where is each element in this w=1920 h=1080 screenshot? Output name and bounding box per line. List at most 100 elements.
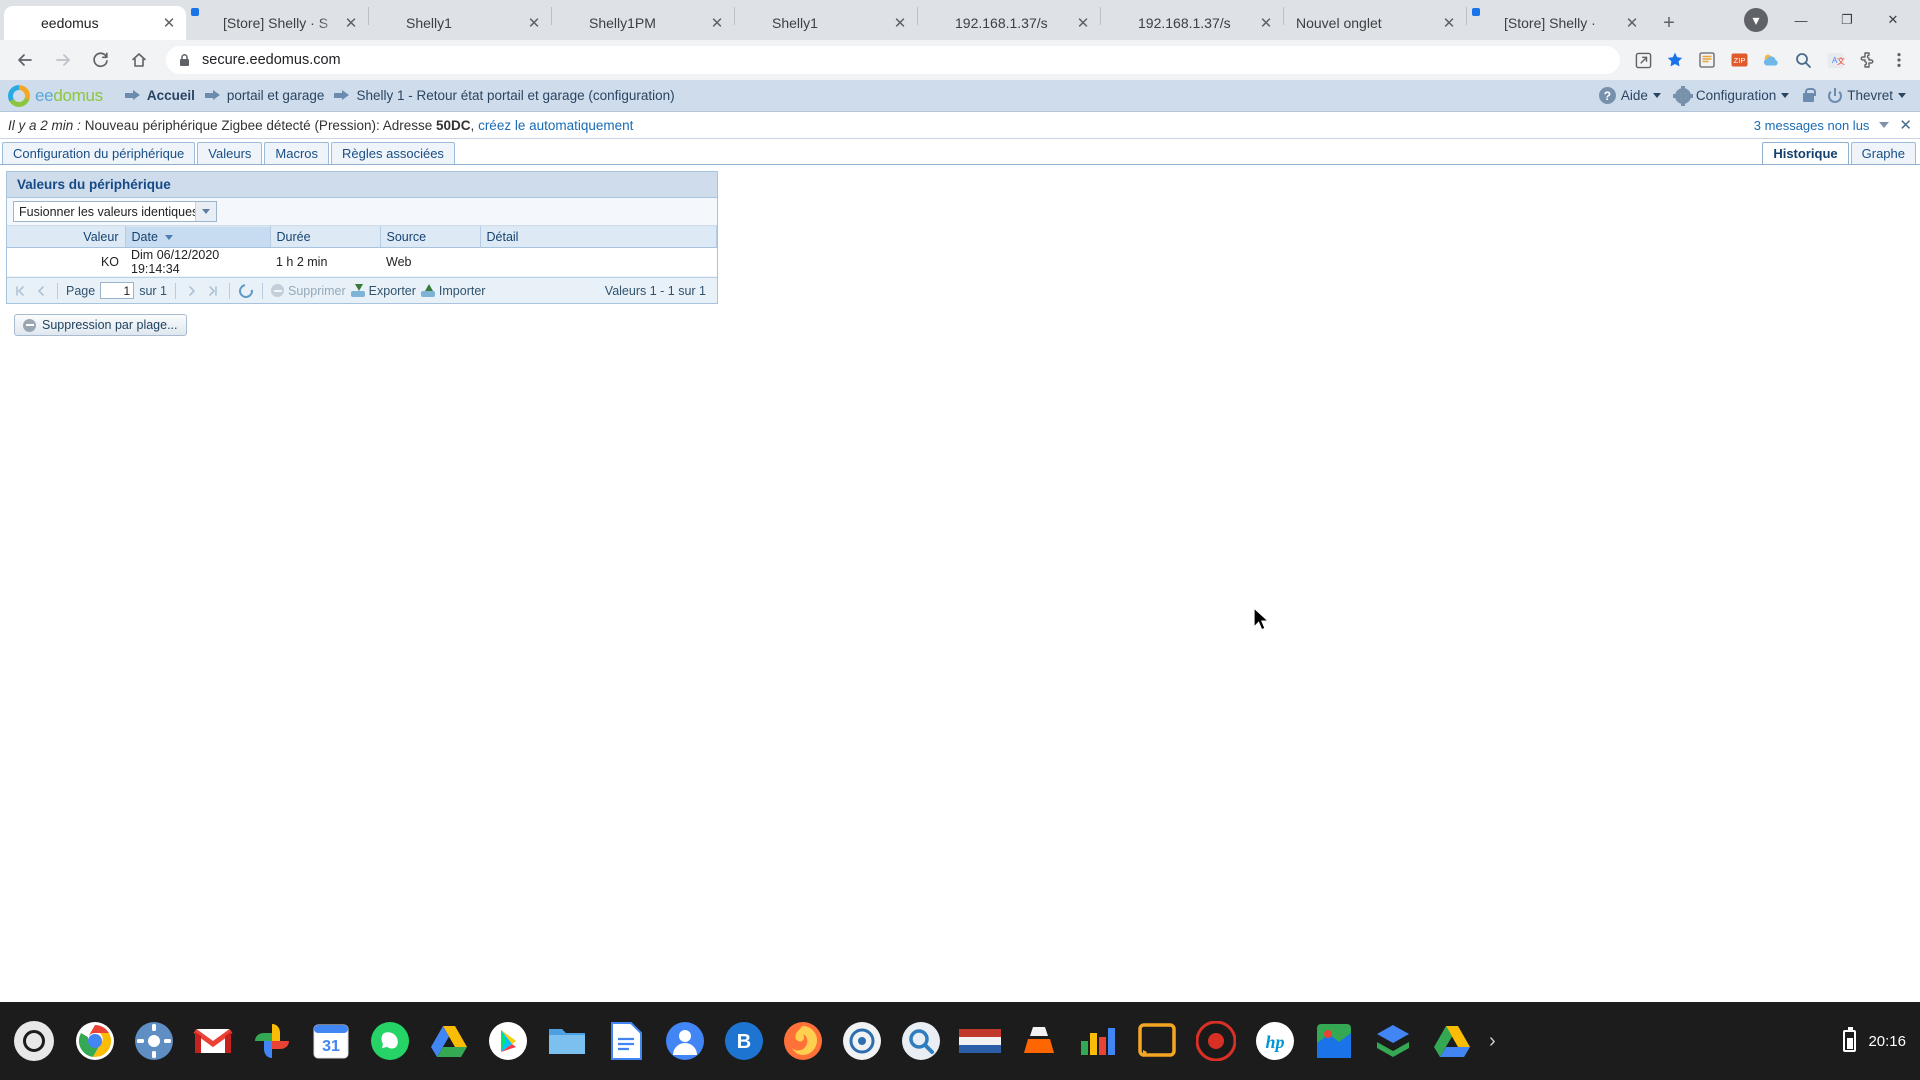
delete-button[interactable]: Supprimer	[271, 284, 346, 298]
column-header-valeur[interactable]: Valeur	[7, 226, 126, 248]
tab-graphe[interactable]: Graphe	[1850, 142, 1916, 164]
first-page-button[interactable]	[12, 283, 28, 299]
tab-close-icon[interactable]: ✕	[708, 14, 726, 32]
chrome-icon[interactable]	[74, 1020, 116, 1062]
charts-app-icon[interactable]	[1077, 1020, 1119, 1062]
table-row[interactable]: KO Dim 06/12/2020 19:14:34 1 h 2 min Web	[7, 247, 717, 277]
weather-extension-icon[interactable]	[1756, 45, 1786, 75]
calendar-icon[interactable]: 31	[310, 1020, 352, 1062]
record-app-icon[interactable]	[1195, 1020, 1237, 1062]
hp-icon[interactable]: hp	[1254, 1020, 1296, 1062]
maximize-button[interactable]: ❐	[1824, 3, 1870, 37]
column-header-date[interactable]: Date	[125, 226, 271, 248]
lock-button[interactable]	[1803, 88, 1817, 102]
camera-app-icon[interactable]	[841, 1020, 883, 1062]
vlc-icon[interactable]	[1018, 1020, 1060, 1062]
drive-app-icon[interactable]	[1431, 1020, 1473, 1062]
browser-tab[interactable]: 192.168.1.37/s ✕	[1101, 6, 1283, 40]
tab-close-icon[interactable]: ✕	[1074, 14, 1092, 32]
unread-messages-label[interactable]: 3 messages non lus	[1754, 118, 1870, 133]
browser-tab[interactable]: Shelly1 ✕	[369, 6, 551, 40]
address-bar[interactable]: secure.eedomus.com	[166, 46, 1620, 74]
merge-values-select[interactable]: Fusionner les valeurs identiques	[13, 201, 217, 222]
chrome-menu-icon[interactable]	[1884, 45, 1914, 75]
back-button[interactable]	[9, 44, 41, 76]
tab-close-icon[interactable]: ✕	[342, 14, 360, 32]
range-delete-button[interactable]: Suppression par plage...	[14, 314, 187, 336]
flag-app-icon[interactable]	[959, 1020, 1001, 1062]
column-header-detail[interactable]: Détail	[480, 226, 717, 248]
bookmark-star-icon[interactable]	[1660, 45, 1690, 75]
browser-tab[interactable]: [Store] Shelly · ✕	[1467, 6, 1649, 40]
google-photos-icon[interactable]	[251, 1020, 293, 1062]
tab-close-icon[interactable]: ✕	[891, 14, 909, 32]
tab-valeurs[interactable]: Valeurs	[197, 142, 263, 164]
previous-page-button[interactable]	[33, 283, 49, 299]
tab-configuration-du-peripherique[interactable]: Configuration du périphérique	[2, 142, 196, 164]
browser-tab[interactable]: Shelly1 ✕	[735, 6, 917, 40]
notes-app-icon[interactable]	[1136, 1020, 1178, 1062]
close-icon[interactable]: ✕	[1899, 116, 1912, 134]
next-page-button[interactable]	[184, 283, 200, 299]
google-drive-icon[interactable]	[428, 1020, 470, 1062]
notice-create-link[interactable]: créez le automatiquement	[478, 118, 633, 133]
user-menu[interactable]: Thevret	[1828, 87, 1906, 103]
search-extension-icon[interactable]	[1788, 45, 1818, 75]
search-app-icon[interactable]	[900, 1020, 942, 1062]
forward-button[interactable]	[47, 44, 79, 76]
tab-regles-associees[interactable]: Règles associées	[331, 142, 455, 164]
column-header-duree[interactable]: Durée	[270, 226, 381, 248]
whatsapp-icon[interactable]	[369, 1020, 411, 1062]
minimize-button[interactable]: —	[1778, 3, 1824, 37]
gmail-icon[interactable]	[192, 1020, 234, 1062]
configuration-menu[interactable]: Configuration	[1672, 87, 1790, 104]
tab-close-icon[interactable]: ✕	[1257, 14, 1275, 32]
tab-macros[interactable]: Macros	[264, 142, 330, 164]
page-number-input[interactable]	[100, 282, 135, 299]
new-tab-button[interactable]: +	[1655, 9, 1683, 37]
browser-tab[interactable]: 192.168.1.37/s ✕	[918, 6, 1100, 40]
import-button[interactable]: Importer	[420, 284, 485, 298]
browser-tab[interactable]: Nouvel onglet ✕	[1284, 6, 1466, 40]
tab-close-icon[interactable]: ✕	[525, 14, 543, 32]
tab-close-icon[interactable]: ✕	[1623, 14, 1641, 32]
browser-tab[interactable]: [Store] Shelly · S ✕	[186, 6, 368, 40]
taskbar-overflow-chevron-icon[interactable]: ›	[1489, 1030, 1496, 1053]
settings-icon[interactable]	[133, 1020, 175, 1062]
export-button[interactable]: Exporter	[350, 284, 416, 298]
browser-tab[interactable]: Shelly1PM ✕	[552, 6, 734, 40]
column-header-source[interactable]: Source	[380, 226, 481, 248]
refresh-icon[interactable]	[236, 280, 256, 301]
teams-icon[interactable]	[1372, 1020, 1414, 1062]
reader-extension-icon[interactable]	[1692, 45, 1722, 75]
zip-extension-icon[interactable]: ZIP	[1724, 45, 1754, 75]
home-button[interactable]	[123, 44, 155, 76]
profile-avatar-icon[interactable]: ▾	[1744, 8, 1768, 32]
taskbar-clock[interactable]: 20:16	[1868, 1033, 1906, 1050]
tab-close-icon[interactable]: ✕	[1440, 14, 1458, 32]
play-store-icon[interactable]	[487, 1020, 529, 1062]
chevron-down-icon[interactable]	[195, 202, 216, 221]
help-menu[interactable]: ? Aide	[1598, 87, 1661, 104]
tab-close-icon[interactable]: ✕	[160, 14, 178, 32]
firefox-icon[interactable]	[782, 1020, 824, 1062]
contacts-icon[interactable]	[664, 1020, 706, 1062]
reload-button[interactable]	[85, 44, 117, 76]
breadcrumb-accueil[interactable]: Accueil	[124, 88, 195, 103]
close-window-button[interactable]: ✕	[1870, 3, 1916, 37]
browser-tab[interactable]: eedomus ✕	[4, 6, 186, 40]
bluemail-icon[interactable]: B	[723, 1020, 765, 1062]
last-page-button[interactable]	[205, 283, 221, 299]
battery-icon[interactable]	[1843, 1027, 1857, 1052]
breadcrumb-shelly1[interactable]: Shelly 1 - Retour état portail et garage…	[334, 88, 675, 103]
eedomus-logo[interactable]: eedomus	[8, 84, 103, 107]
tab-historique[interactable]: Historique	[1762, 142, 1849, 164]
breadcrumb-portail-garage[interactable]: portail et garage	[204, 88, 324, 103]
share-icon[interactable]	[1628, 45, 1658, 75]
extensions-puzzle-icon[interactable]	[1852, 45, 1882, 75]
docs-icon[interactable]	[605, 1020, 647, 1062]
file-explorer-icon[interactable]	[546, 1020, 588, 1062]
chevron-down-icon[interactable]	[1879, 122, 1890, 128]
translate-extension-icon[interactable]: A文	[1820, 45, 1850, 75]
start-button-icon[interactable]	[14, 1021, 54, 1061]
